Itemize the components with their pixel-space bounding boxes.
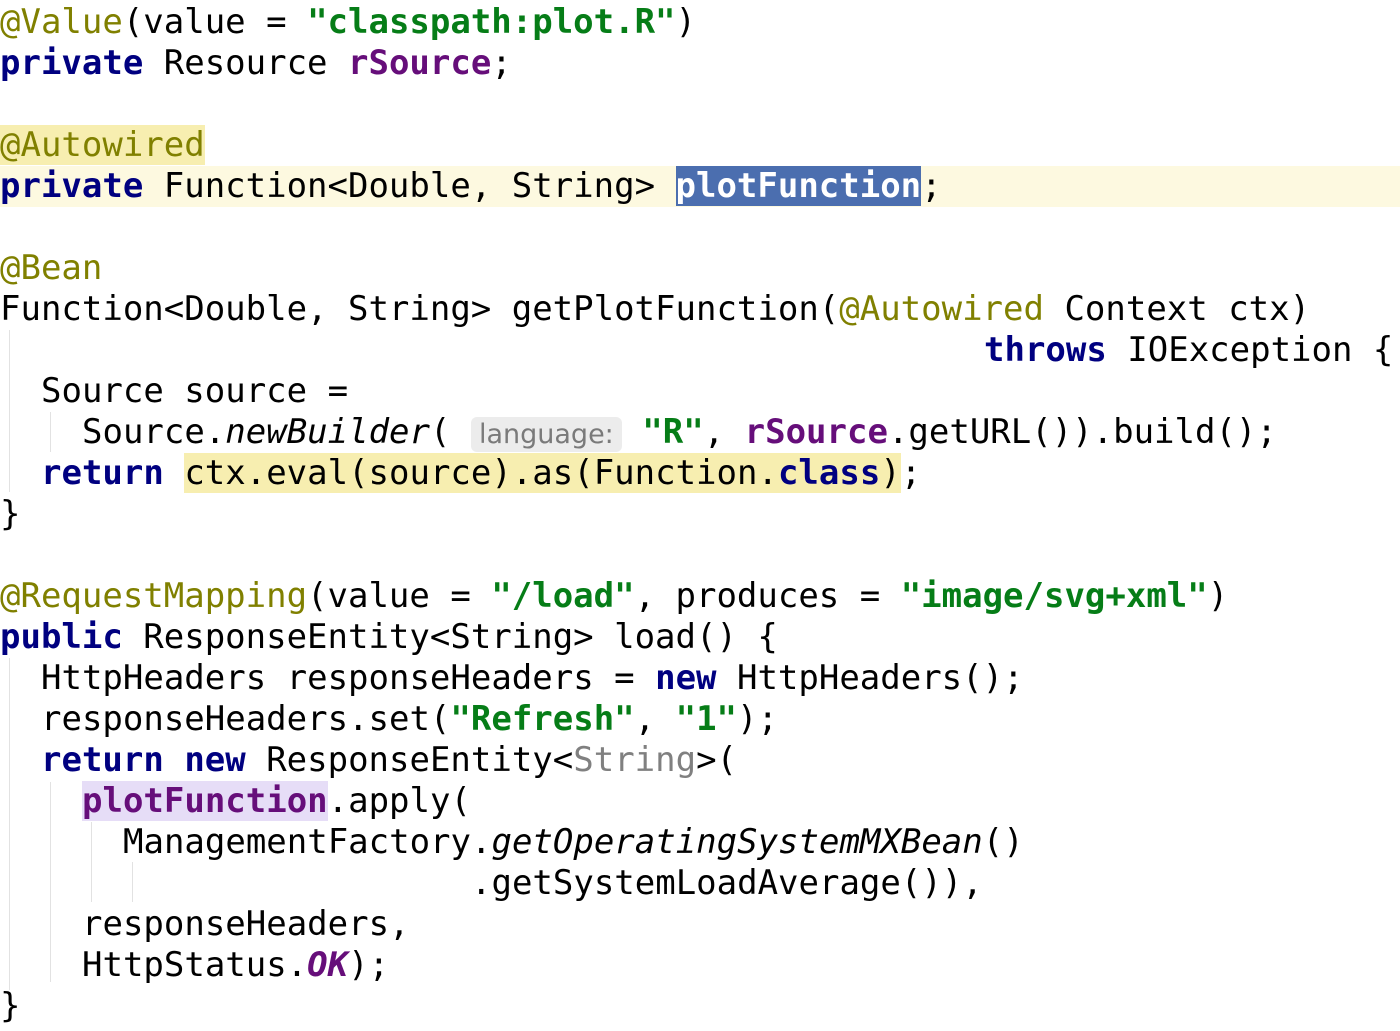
field-name: rSource	[744, 412, 888, 452]
code-line[interactable]: responseHeaders.set("Refresh", "1");	[0, 699, 1400, 740]
code-text: (	[430, 412, 451, 452]
enum-constant: OK	[307, 945, 349, 985]
code-line[interactable]: responseHeaders,	[0, 904, 1400, 945]
code-text: ManagementFactory.	[123, 822, 492, 862]
code-text: ,	[703, 412, 745, 452]
code-text: ResponseEntity<String> load() {	[122, 617, 778, 657]
code-text: );	[348, 945, 390, 985]
keyword: throws	[984, 330, 1107, 370]
parameter-hint: language:	[470, 417, 622, 452]
code-text: >(	[696, 740, 738, 780]
code-text: HttpHeaders();	[716, 658, 1024, 698]
code-line[interactable]: Source source =	[0, 371, 1400, 412]
code-line[interactable]: private Resource rSource;	[0, 43, 1400, 84]
method-name: newBuilder	[225, 412, 430, 452]
code-text: ;	[900, 453, 922, 493]
code-line-current[interactable]: private Function<Double, String> plotFun…	[0, 166, 1400, 207]
code-text: Context ctx)	[1043, 289, 1311, 329]
code-line[interactable]: HttpHeaders responseHeaders = new HttpHe…	[0, 658, 1400, 699]
code-line[interactable]: .getSystemLoadAverage()),	[0, 863, 1400, 904]
keyword: return	[41, 453, 164, 493]
code-text: Function<Double, String> getPlotFunction…	[0, 289, 840, 329]
code-text: ()	[982, 822, 1024, 862]
code-text: Source source =	[41, 371, 349, 411]
code-line[interactable]: public ResponseEntity<String> load() {	[0, 617, 1400, 658]
code-text: ,	[634, 699, 676, 739]
code-text: ResponseEntity<	[245, 740, 574, 780]
code-line[interactable]: }	[0, 494, 1400, 535]
code-line[interactable]: Function<Double, String> getPlotFunction…	[0, 289, 1400, 330]
code-line[interactable]: @Autowired	[0, 125, 1400, 166]
code-text: HttpHeaders responseHeaders =	[41, 658, 656, 698]
keyword: private	[0, 43, 144, 83]
code-text: HttpStatus.	[82, 945, 308, 985]
code-line[interactable]: throws IOException {	[0, 330, 1400, 371]
code-line[interactable]: @Bean	[0, 248, 1400, 289]
code-text: .apply(	[327, 781, 471, 821]
code-text: )	[880, 453, 901, 493]
field-usage[interactable]: plotFunction	[82, 781, 328, 821]
keyword: private	[0, 166, 144, 206]
code-text: ;	[491, 43, 512, 83]
annotation: @Autowired	[0, 125, 205, 165]
keyword: new	[655, 658, 717, 698]
code-text: IOException {	[1106, 330, 1394, 370]
annotation: @Autowired	[839, 289, 1044, 329]
code-line[interactable]: @Value(value = "classpath:plot.R")	[0, 2, 1400, 43]
code-editor[interactable]: @Value(value = "classpath:plot.R") priva…	[0, 0, 1400, 1031]
string-literal: "1"	[675, 699, 738, 739]
code-line[interactable]: @RequestMapping(value = "/load", produce…	[0, 576, 1400, 617]
code-text: ctx.eval(source).as(Function.	[184, 453, 778, 493]
string-literal: "R"	[642, 412, 704, 452]
code-text: (value =	[122, 2, 308, 42]
method-name: getOperatingSystemMXBean	[491, 822, 983, 862]
keyword: class	[777, 453, 881, 493]
code-text: responseHeaders.set(	[41, 699, 451, 739]
code-line[interactable]: }	[0, 986, 1400, 1027]
keyword: new	[184, 740, 246, 780]
code-line[interactable]: plotFunction.apply(	[0, 781, 1400, 822]
annotation: @RequestMapping	[0, 576, 308, 616]
code-text: Resource	[143, 43, 348, 83]
annotation: @Value	[0, 2, 123, 42]
string-literal: "image/svg+xml"	[900, 576, 1208, 616]
string-literal: "classpath:plot.R"	[307, 2, 676, 42]
string-literal: "Refresh"	[450, 699, 635, 739]
code-text: (value =	[307, 576, 492, 616]
code-text: );	[737, 699, 778, 739]
code-text: ;	[921, 166, 942, 206]
code-text: Function<Double, String>	[143, 166, 676, 206]
highlighted-expression: ctx.eval(source).as(Function.class)	[184, 453, 901, 493]
code-text: .getSystemLoadAverage()),	[471, 863, 983, 903]
annotation: @Bean	[0, 248, 103, 288]
code-text: }	[0, 986, 21, 1026]
code-line[interactable]: HttpStatus.OK);	[0, 945, 1400, 986]
field-name: rSource	[348, 43, 492, 83]
code-text: .getURL()).build();	[887, 412, 1277, 452]
code-line[interactable]: Source.newBuilder( language: "R", rSourc…	[0, 412, 1400, 453]
code-text: , produces =	[634, 576, 901, 616]
code-line[interactable]: ManagementFactory.getOperatingSystemMXBe…	[0, 822, 1400, 863]
code-text: Source.	[82, 412, 226, 452]
code-text: }	[0, 494, 21, 534]
keyword: public	[0, 617, 123, 657]
selected-field-name[interactable]: plotFunction	[675, 166, 922, 206]
code-line[interactable]: return ctx.eval(source).as(Function.clas…	[0, 453, 1400, 494]
code-text: )	[675, 2, 697, 42]
code-text: )	[1207, 576, 1229, 616]
string-literal: "/load"	[491, 576, 635, 616]
keyword: return	[41, 740, 164, 780]
code-text: responseHeaders,	[82, 904, 410, 944]
redundant-type-argument: String	[573, 740, 697, 780]
code-line[interactable]: return new ResponseEntity<String>(	[0, 740, 1400, 781]
